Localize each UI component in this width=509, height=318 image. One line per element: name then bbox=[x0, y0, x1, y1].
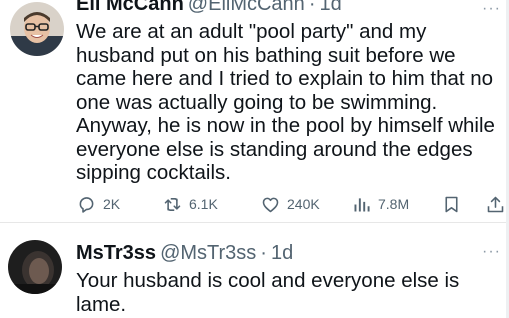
repost-icon bbox=[164, 197, 181, 211]
tweet-text: We are at an adult "pool party" and my h… bbox=[76, 20, 495, 184]
tweet-eli-mccann[interactable]: Eli McCann @EliMcCann · 1d ··· We are at an… bbox=[0, 0, 509, 223]
timestamp[interactable]: 1d bbox=[271, 242, 293, 264]
display-name[interactable]: MsTr3ss bbox=[76, 242, 156, 264]
heart-icon bbox=[262, 197, 279, 212]
share-icon bbox=[487, 196, 504, 212]
tweet-header: Eli McCann @EliMcCann · 1d bbox=[76, 0, 342, 15]
avatar[interactable] bbox=[10, 2, 64, 56]
bookmark-icon bbox=[445, 196, 458, 212]
more-icon[interactable]: ··· bbox=[482, 0, 501, 18]
avatar[interactable] bbox=[8, 240, 62, 294]
like-count: 240K bbox=[287, 196, 320, 212]
time-separator: · bbox=[308, 0, 316, 15]
views-count: 7.8M bbox=[378, 196, 410, 212]
handle[interactable]: @MsTr3ss bbox=[160, 242, 256, 264]
views-button[interactable]: 7.8M bbox=[351, 191, 409, 217]
tweet-actions: 2K 6.1K 240K 7.8M bbox=[70, 191, 509, 217]
repost-count: 6.1K bbox=[189, 196, 218, 212]
more-icon[interactable]: ··· bbox=[482, 243, 501, 261]
timestamp[interactable]: 1d bbox=[319, 0, 341, 15]
tweet-text: Your husband is cool and everyone else i… bbox=[76, 269, 460, 316]
views-icon bbox=[354, 197, 370, 211]
handle[interactable]: @EliMcCann bbox=[188, 0, 305, 15]
reply-icon bbox=[79, 196, 94, 213]
tweet-mstr3ss[interactable]: MsTr3ss @MsTr3ss · 1d ··· Your husband is c… bbox=[0, 223, 509, 318]
time-separator: · bbox=[260, 242, 267, 264]
reply-count: 2K bbox=[103, 196, 121, 212]
tweet-header: MsTr3ss @MsTr3ss · 1d bbox=[76, 242, 293, 264]
bookmark-button[interactable] bbox=[441, 191, 462, 217]
display-name[interactable]: Eli McCann bbox=[76, 0, 184, 15]
repost-button[interactable]: 6.1K bbox=[162, 191, 218, 217]
share-button[interactable] bbox=[485, 191, 506, 217]
like-button[interactable]: 240K bbox=[260, 191, 320, 217]
reply-button[interactable]: 2K bbox=[76, 191, 120, 217]
